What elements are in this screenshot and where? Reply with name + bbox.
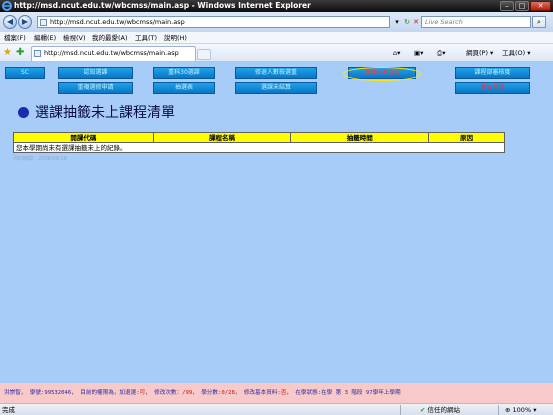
zoom-icon: ⊕ [505, 406, 511, 414]
student-info: 洪崇智， 學號:99532046， 目前的權限為，加退選:可， 修改次數：/99… [4, 390, 401, 396]
page-content: SC 認知選課 重科30選課 修退人數檢選重 選課結果查詢 課程部審核度 重複選… [0, 62, 553, 403]
authority-text: 目前的權限為，加退選: [80, 390, 140, 396]
menu-file[interactable]: 檔案(F) [4, 33, 26, 43]
logout-button[interactable]: 登出系統 [455, 82, 530, 94]
tab-label: http://msd.ncut.edu.tw/wbcmss/main.asp [44, 49, 179, 57]
menu-view[interactable]: 檢視(V) [63, 33, 86, 43]
bullet-icon [18, 107, 29, 118]
menu-tools[interactable]: 工具(T) [135, 33, 157, 43]
print-note: 列印時間：2008/09/18 [13, 156, 67, 162]
student-id: 99532046 [44, 390, 72, 396]
credits-label: 修改次數： [154, 390, 183, 396]
status-text-done: 完成 [2, 406, 15, 414]
nav-button-6[interactable]: 重複選修申請 [58, 82, 133, 94]
dropdown-arrow-icon[interactable]: ▾ [392, 17, 402, 27]
empty-message: 您本學期尚未有選課抽籤未上的紀錄。 [13, 142, 505, 153]
nav-sc-button[interactable]: SC [5, 67, 45, 79]
back-button[interactable]: ◀ [3, 15, 17, 29]
stop-icon[interactable]: ✕ [411, 17, 421, 27]
table-row: 您本學期尚未有選課抽籤未上的紀錄。 [13, 142, 505, 153]
nav-button-3[interactable]: 修退人數檢選重 [235, 67, 317, 79]
status-bar: 完成 ✔ 信任的網站 ⊕ 100% ▾ [0, 403, 553, 415]
col-lottery-time: 抽籤時間 [290, 132, 430, 143]
tab-main[interactable]: http://msd.ncut.edu.tw/wbcmss/main.asp [31, 46, 196, 61]
zoom-level[interactable]: ⊕ 100% ▾ [505, 405, 536, 415]
basic-value: 否 [280, 390, 287, 396]
menu-favorites[interactable]: 我的最愛(A) [92, 33, 128, 43]
status-divider-2 [498, 405, 499, 415]
nav-button-2[interactable]: 重科30選課 [153, 67, 215, 79]
zoom-value: 100% [512, 406, 532, 414]
search-input[interactable]: Live Search [421, 16, 531, 28]
forward-button[interactable]: ▶ [18, 15, 32, 29]
menu-edit[interactable]: 編輯(E) [34, 33, 56, 43]
tools-menu[interactable]: 工具(O) ▾ [502, 48, 531, 58]
menu-bar: 檔案(F) 編輯(E) 檢視(V) 我的最愛(A) 工具(T) 說明(H) [0, 32, 553, 44]
student-id-label: 學號: [29, 390, 45, 396]
maximize-button[interactable]: □ [515, 1, 529, 11]
page-title-text: 選課抽籤未上課程清單 [35, 105, 175, 121]
print-icon[interactable]: ⎙▾ [437, 48, 445, 58]
check-icon: ✔ [420, 406, 426, 414]
zone-label: 信任的網站 [427, 406, 461, 414]
col-course-code: 開課代碼 [13, 132, 154, 143]
nav-button-8[interactable]: 選課未結算 [235, 82, 317, 94]
student-info-bar: 洪崇智， 學號:99532046， 目前的權限為，加退選:可， 修改次數：/99… [0, 383, 553, 403]
close-button[interactable]: ✕ [530, 1, 551, 11]
nav-button-7[interactable]: 抽選表 [153, 82, 215, 94]
address-url: http://msd.ncut.edu.tw/wbcmss/main.asp [50, 18, 185, 26]
internet-explorer-icon [2, 1, 12, 11]
table-header-row: 開課代碼 課程名稱 抽籤時間 原因 [13, 132, 505, 143]
tab-page-icon [34, 50, 41, 57]
page-icon [40, 19, 47, 26]
address-input[interactable]: http://msd.ncut.edu.tw/wbcmss/main.asp [37, 16, 390, 28]
menu-help[interactable]: 說明(H) [164, 33, 187, 43]
student-name: 洪崇智 [4, 390, 21, 396]
address-bar: ◀ ▶ http://msd.ncut.edu.tw/wbcmss/main.a… [0, 12, 553, 32]
window-title: http://msd.ncut.edu.tw/wbcmss/main.asp -… [14, 1, 311, 10]
status-divider [400, 405, 401, 415]
nav-buttons: SC 認知選課 重科30選課 修退人數檢選重 選課結果查詢 課程部審核度 重複選… [3, 65, 550, 96]
search-icon[interactable]: ⌕ [532, 16, 546, 28]
favorites-star-icon[interactable]: ★ [3, 47, 12, 59]
col-course-name: 課程名稱 [152, 132, 292, 143]
col-reason: 原因 [428, 132, 505, 143]
score-label: 學分數: [201, 390, 222, 396]
add-favorite-icon[interactable]: ✚ [16, 47, 24, 59]
score-value: 0/28 [221, 390, 235, 396]
nav-button-5[interactable]: 課程部審核度 [455, 67, 530, 79]
highlight-ellipse [343, 67, 421, 81]
favorites-bar: ★ ✚ http://msd.ncut.edu.tw/wbcmss/main.a… [0, 44, 553, 62]
security-zone[interactable]: ✔ 信任的網站 [420, 405, 460, 415]
lottery-table: 開課代碼 課程名稱 抽籤時間 原因 您本學期尚未有選課抽籤未上的紀錄。 [13, 132, 505, 153]
authority-value: 可 [139, 390, 146, 396]
home-icon[interactable]: ⌂▾ [393, 48, 400, 58]
title-bar: http://msd.ncut.edu.tw/wbcmss/main.asp -… [0, 0, 553, 12]
feeds-icon[interactable]: ▣▾ [414, 48, 423, 58]
nav-button-1[interactable]: 認知選課 [58, 67, 133, 79]
status-text: 在學狀態:在學 第 3 階段 97學年上學期 [295, 390, 401, 396]
page-menu[interactable]: 網頁(P) ▾ [466, 48, 493, 58]
new-tab-button[interactable] [197, 49, 211, 60]
credits-value: /99 [182, 390, 193, 396]
minimize-button[interactable]: – [500, 1, 514, 11]
basic-label: 修改基本資料: [243, 390, 281, 396]
